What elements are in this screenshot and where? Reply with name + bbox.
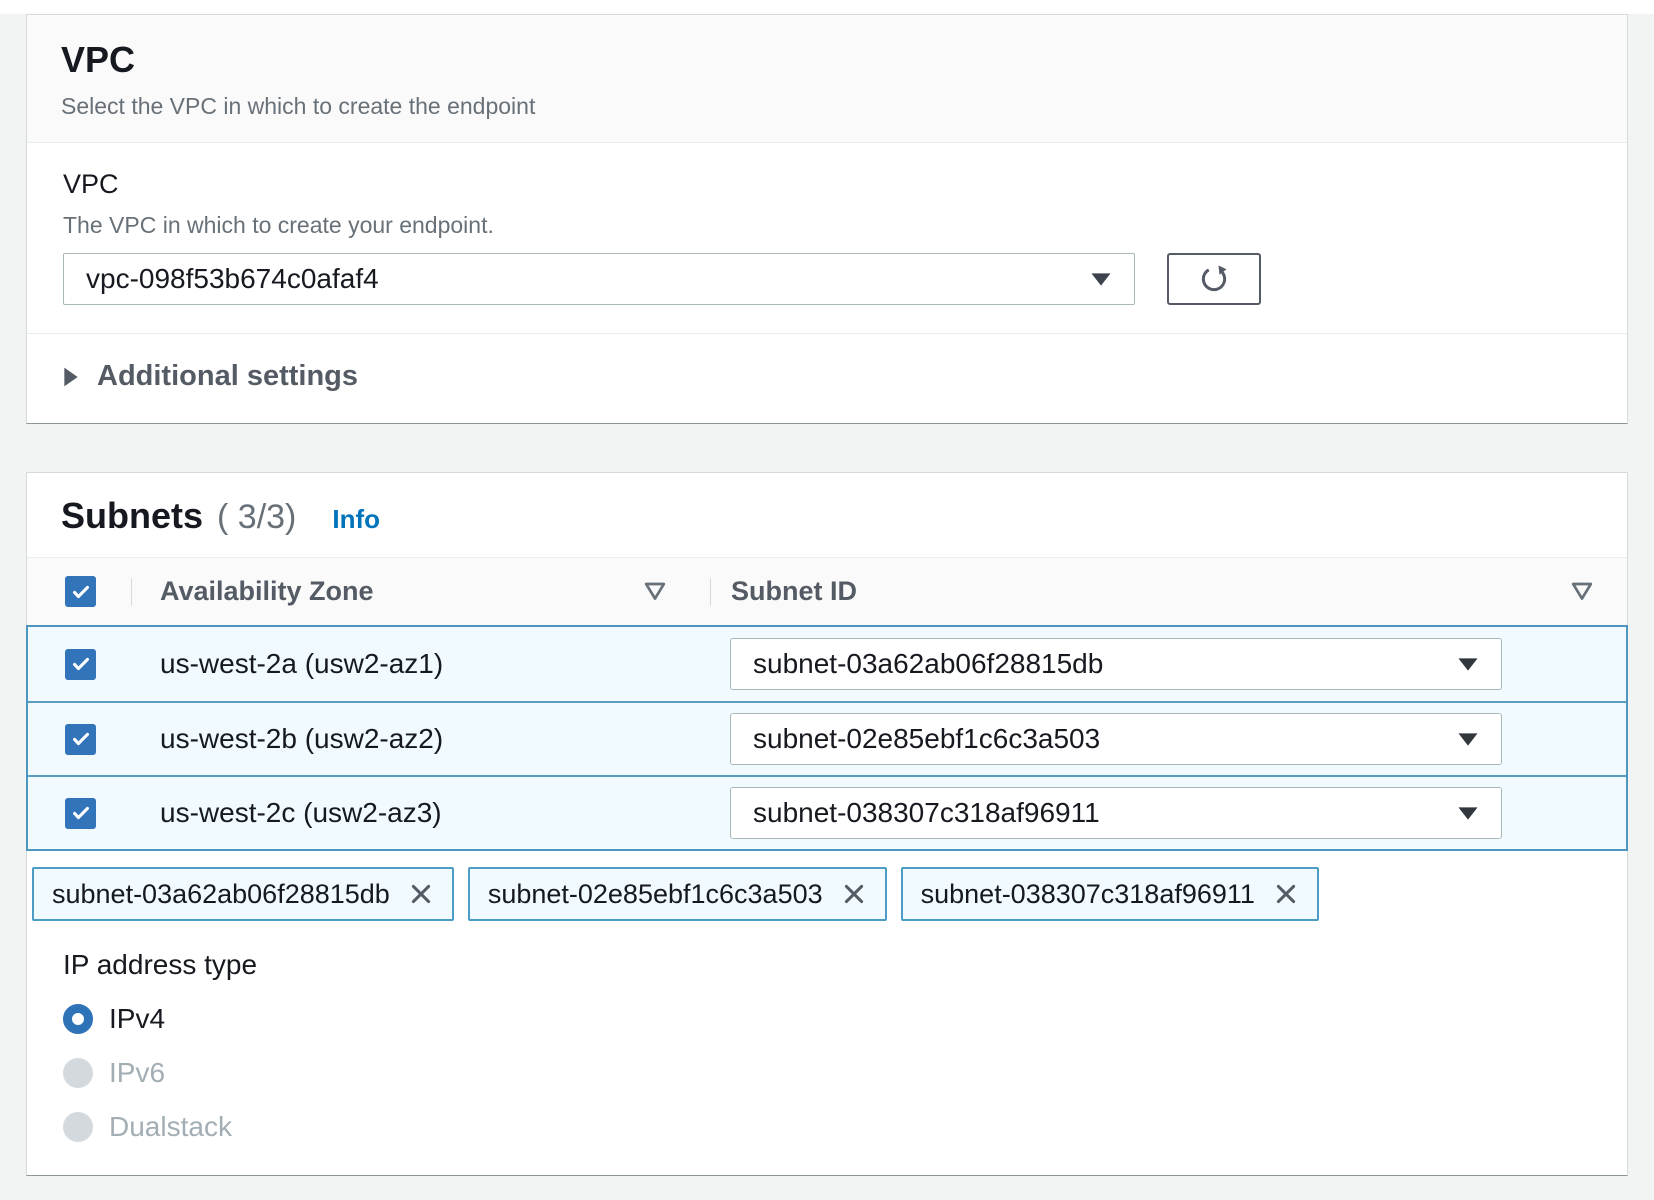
row-checkbox[interactable] [65, 649, 96, 680]
radio-option-dualstack: Dualstack [63, 1111, 1591, 1143]
availability-zone-value: us-west-2b (usw2-az2) [160, 723, 443, 755]
subnet-id-cell: subnet-02e85ebf1c6c3a503 [710, 713, 1626, 765]
refresh-icon [1199, 264, 1229, 294]
vpc-panel: VPC Select the VPC in which to create th… [26, 14, 1628, 424]
sort-icon[interactable] [1571, 582, 1593, 601]
subnets-panel-header: Subnets ( 3/3) Info [27, 473, 1627, 557]
dualstack-radio [63, 1112, 93, 1142]
subnet-id-cell: subnet-03a62ab06f28815db [710, 638, 1626, 690]
vpc-select-row: vpc-098f53b674c0afaf4 [63, 253, 1591, 305]
vpc-panel-body: VPC The VPC in which to create your endp… [27, 143, 1627, 305]
subnet-token-label: subnet-038307c318af96911 [921, 879, 1255, 910]
ipv6-radio-label: IPv6 [109, 1057, 165, 1089]
table-row: us-west-2c (usw2-az3) subnet-038307c318a… [28, 775, 1626, 849]
select-all-checkbox[interactable] [65, 576, 96, 607]
close-icon[interactable] [408, 881, 434, 907]
availability-zone-header-cell[interactable]: Availability Zone [132, 576, 710, 607]
ipv4-radio-label: IPv4 [109, 1003, 165, 1035]
ipv4-radio[interactable] [63, 1004, 93, 1034]
expand-triangle-icon [63, 366, 79, 388]
availability-zone-value: us-west-2a (usw2-az1) [160, 648, 443, 680]
row-select-cell [28, 724, 132, 755]
table-row: us-west-2b (usw2-az2) subnet-02e85ebf1c6… [28, 701, 1626, 775]
radio-option-ipv6: IPv6 [63, 1057, 1591, 1089]
vpc-panel-header: VPC Select the VPC in which to create th… [27, 15, 1627, 143]
subnet-id-cell: subnet-038307c318af96911 [710, 787, 1626, 839]
row-select-cell [28, 649, 132, 680]
subnet-select[interactable]: subnet-038307c318af96911 [730, 787, 1502, 839]
subnets-panel-title: Subnets [61, 495, 203, 537]
subnets-count: ( 3/3) [217, 498, 296, 537]
panel-gap [0, 424, 1654, 472]
subnet-token-group: subnet-03a62ab06f28815db subnet-02e85ebf… [32, 867, 1593, 921]
chevron-down-icon [1090, 272, 1112, 287]
subnet-token: subnet-02e85ebf1c6c3a503 [468, 867, 887, 921]
additional-settings-label: Additional settings [97, 360, 358, 393]
subnets-table-header: Availability Zone Subnet ID [27, 557, 1627, 625]
row-select-cell [28, 798, 132, 829]
availability-zone-value: us-west-2c (usw2-az3) [160, 797, 442, 829]
radio-option-ipv4: IPv4 [63, 1003, 1591, 1035]
chevron-down-icon [1457, 732, 1479, 747]
close-icon[interactable] [1273, 881, 1299, 907]
subnets-panel: Subnets ( 3/3) Info Availability Zone Su… [26, 472, 1628, 1176]
availability-zone-cell: us-west-2b (usw2-az2) [132, 723, 710, 755]
subnet-token: subnet-038307c318af96911 [901, 867, 1319, 921]
subnet-select[interactable]: subnet-03a62ab06f28815db [730, 638, 1502, 690]
chevron-down-icon [1457, 657, 1479, 672]
availability-zone-header-label: Availability Zone [160, 576, 374, 607]
row-checkbox[interactable] [65, 798, 96, 829]
subnet-token: subnet-03a62ab06f28815db [32, 867, 454, 921]
subnet-select-value: subnet-03a62ab06f28815db [753, 648, 1103, 680]
close-icon[interactable] [841, 881, 867, 907]
select-all-cell [27, 576, 131, 607]
subnet-select-value: subnet-038307c318af96911 [753, 797, 1100, 829]
vpc-select-value: vpc-098f53b674c0afaf4 [86, 263, 379, 295]
subnet-id-header-label: Subnet ID [731, 576, 857, 607]
vpc-panel-title: VPC [61, 39, 1593, 81]
vpc-select[interactable]: vpc-098f53b674c0afaf4 [63, 253, 1135, 305]
availability-zone-cell: us-west-2c (usw2-az3) [132, 797, 710, 829]
info-link[interactable]: Info [332, 504, 380, 535]
subnet-select[interactable]: subnet-02e85ebf1c6c3a503 [730, 713, 1502, 765]
vpc-field-description: The VPC in which to create your endpoint… [63, 212, 1591, 239]
refresh-button[interactable] [1167, 253, 1261, 305]
page-top-strip [0, 0, 1654, 14]
vpc-panel-subtitle: Select the VPC in which to create the en… [61, 93, 1593, 120]
row-checkbox[interactable] [65, 724, 96, 755]
vpc-field-label: VPC [63, 169, 1591, 200]
availability-zone-cell: us-west-2a (usw2-az1) [132, 648, 710, 680]
ipv6-radio [63, 1058, 93, 1088]
subnets-table-body: us-west-2a (usw2-az1) subnet-03a62ab06f2… [26, 625, 1628, 851]
dualstack-radio-label: Dualstack [109, 1111, 232, 1143]
chevron-down-icon [1457, 806, 1479, 821]
ip-address-type-group: IP address type IPv4 IPv6 Dualstack [63, 949, 1591, 1175]
subnet-select-value: subnet-02e85ebf1c6c3a503 [753, 723, 1100, 755]
subnet-id-header-cell[interactable]: Subnet ID [711, 576, 1627, 607]
ip-address-type-label: IP address type [63, 949, 1591, 981]
additional-settings-toggle[interactable]: Additional settings [27, 334, 1627, 423]
subnet-token-label: subnet-03a62ab06f28815db [52, 879, 390, 910]
subnet-token-label: subnet-02e85ebf1c6c3a503 [488, 879, 823, 910]
table-row: us-west-2a (usw2-az1) subnet-03a62ab06f2… [28, 627, 1626, 701]
sort-icon[interactable] [644, 582, 666, 601]
